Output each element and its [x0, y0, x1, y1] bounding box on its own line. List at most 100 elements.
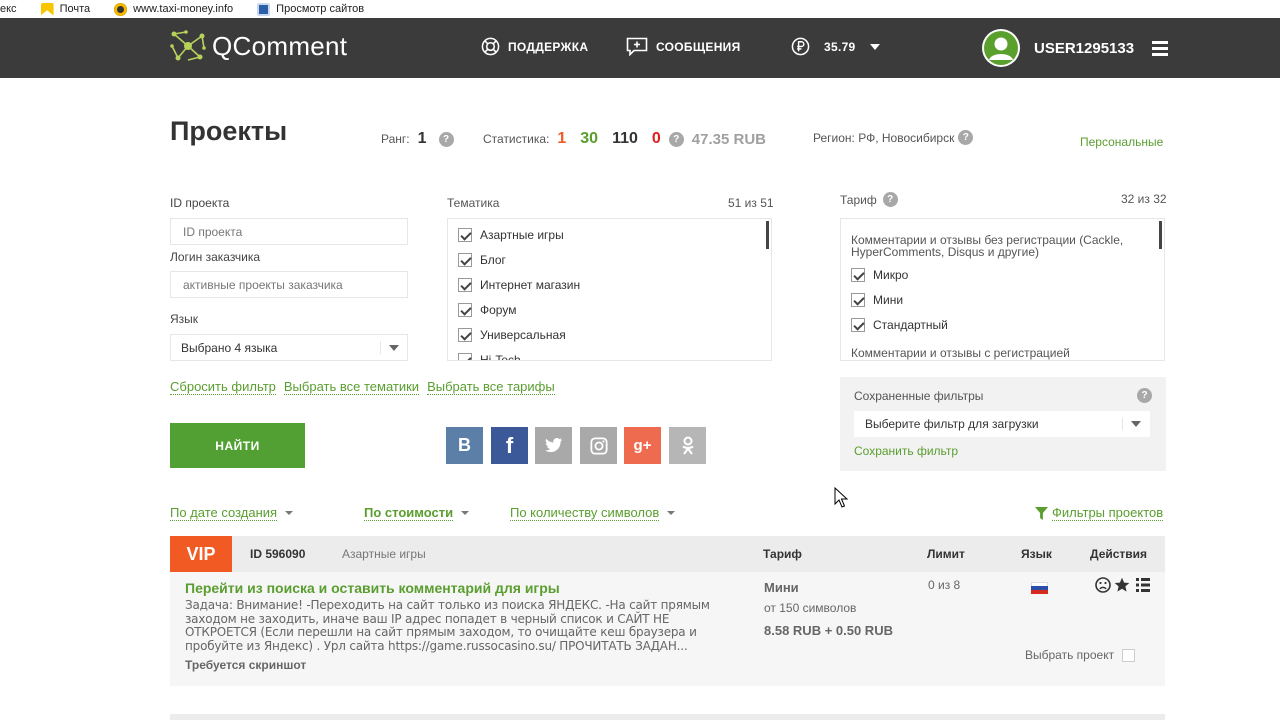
region-label: Регион: РФ, Новосибирск [813, 130, 955, 145]
instagram-icon [589, 436, 608, 455]
facebook-icon: f [505, 432, 514, 458]
next-card-edge [170, 714, 1165, 720]
sort-by-chars-link[interactable]: По количеству символов [510, 505, 660, 521]
facebook-share-button[interactable]: f [491, 427, 528, 464]
bookmark-mail[interactable]: Почта [40, 2, 90, 16]
project-filters-toggle[interactable]: Фильтры проектов [1035, 505, 1164, 521]
help-icon[interactable]: ? [668, 131, 684, 147]
saved-filter-select-value: Выберите фильтр для загрузки [865, 417, 1039, 431]
project-filters-link[interactable]: Фильтры проектов [1052, 505, 1164, 521]
tariff-option[interactable]: Мини [851, 287, 1154, 312]
bookmark-label: www.taxi-money.info [133, 3, 234, 15]
project-id-label: ID проекта [170, 196, 230, 210]
select-project[interactable]: Выбрать проект [1025, 648, 1136, 662]
sad-face-icon[interactable] [1095, 577, 1111, 593]
topic-option[interactable]: Интернет магазин [458, 272, 771, 297]
checkbox[interactable] [458, 327, 472, 342]
balance-value: 35.79 [824, 39, 856, 54]
sort-by-price-link[interactable]: По стоимости [364, 505, 454, 521]
google-plus-share-button[interactable]: g+ [624, 427, 661, 464]
personal-link[interactable]: Персональные [1080, 135, 1163, 149]
username: USER1295133 [1034, 39, 1135, 57]
help-icon[interactable]: ? [1137, 388, 1152, 403]
sort-by-date[interactable]: По дате создания [170, 505, 294, 521]
nav-messages[interactable]: СООБЩЕНИЯ [626, 37, 741, 56]
customer-login-input[interactable]: активные проекты заказчика [170, 271, 408, 298]
checkbox[interactable] [458, 277, 472, 292]
help-icon[interactable]: ? [958, 130, 974, 145]
star-icon[interactable] [1114, 577, 1130, 593]
stats-amount: 47.35 RUB [691, 130, 766, 148]
lifebuoy-icon [481, 37, 500, 56]
odnoklassniki-share-button[interactable] [669, 427, 706, 464]
find-button[interactable]: НАЙТИ [170, 423, 305, 468]
balance-dropdown[interactable]: 35.79 [791, 37, 880, 56]
topic-option[interactable]: Азартные игры [458, 222, 771, 247]
topic-option[interactable]: Hi-Tech [458, 347, 771, 360]
sort-by-date-link[interactable]: По дате создания [170, 505, 278, 521]
topic-option[interactable]: Блог [458, 247, 771, 272]
chevron-down-icon [389, 344, 399, 351]
twitter-icon [544, 438, 562, 453]
bookmark-label: Просмотр сайтов [276, 3, 365, 15]
project-title-link[interactable]: Перейти из поиска и оставить комментарий… [185, 580, 560, 596]
vk-share-button[interactable]: B [446, 427, 483, 464]
help-icon[interactable]: ? [882, 192, 898, 207]
select-all-topics-link[interactable]: Выбрать все тематики [283, 379, 420, 395]
bookmark-site-viewer[interactable]: Просмотр сайтов [257, 2, 365, 16]
sort-by-chars[interactable]: По количеству символов [510, 505, 676, 521]
column-limit: Лимит [927, 547, 965, 561]
sort-by-price[interactable]: По стоимости [364, 505, 470, 521]
hamburger-menu-icon[interactable] [1152, 40, 1169, 56]
funnel-icon [1035, 506, 1048, 520]
language-select[interactable]: Выбрано 4 языка [170, 334, 408, 361]
select-project-checkbox[interactable] [1122, 648, 1136, 662]
bookmark-yandex[interactable]: екс [0, 3, 17, 15]
saved-filter-select[interactable]: Выберите фильтр для загрузки [854, 411, 1150, 437]
rank-value: 1 [417, 130, 427, 147]
language-label: Язык [170, 312, 199, 326]
checkbox[interactable] [458, 302, 472, 317]
stat-value: 0 [651, 130, 661, 147]
list-icon[interactable] [1136, 578, 1150, 592]
saved-filters-panel: Сохраненные фильтры ? Выберите фильтр дл… [840, 377, 1166, 471]
project-card: Перейти из поиска и оставить комментарий… [170, 572, 1165, 686]
checkbox[interactable] [851, 292, 865, 307]
topic-option[interactable]: Универсальная [458, 322, 771, 347]
topic-option[interactable]: Форум [458, 297, 771, 322]
logo[interactable]: QComment [170, 30, 347, 62]
project-description: Задача: Внимание! -Переходить на сайт то… [185, 598, 710, 653]
nav-support[interactable]: ПОДДЕРЖКА [481, 37, 588, 56]
save-filter-link[interactable]: Сохранить фильтр [854, 444, 958, 458]
bookmark-taxi-money[interactable]: www.taxi-money.info [114, 2, 234, 16]
scrollbar[interactable] [766, 221, 769, 249]
help-icon[interactable]: ? [438, 131, 454, 147]
checkbox[interactable] [458, 352, 472, 360]
reset-filter-link[interactable]: Сбросить фильтр [170, 379, 276, 395]
stats-label: Статистика: [483, 132, 550, 146]
tariff-group-title: Комментарии и отзывы с регистрацией [851, 346, 1070, 360]
tariff-option[interactable]: Микро [851, 262, 1154, 287]
logo-network-icon [170, 30, 206, 61]
checkbox[interactable] [458, 252, 472, 267]
topic-label: Тематика [447, 196, 500, 210]
topic-checklist[interactable]: Азартные игры Блог Интернет магазин Фору… [447, 218, 772, 361]
select-all-tariffs-link[interactable]: Выбрать все тарифы [427, 379, 555, 395]
rank-label: Ранг: [381, 132, 410, 146]
instagram-share-button[interactable] [580, 427, 617, 464]
tariff-option[interactable]: Стандартный [851, 312, 1154, 337]
checkbox[interactable] [458, 227, 472, 242]
select-project-label: Выбрать проект [1025, 648, 1115, 662]
scrollbar[interactable] [1159, 221, 1162, 249]
checkbox[interactable] [851, 267, 865, 282]
stat-value: 30 [580, 130, 599, 147]
page-title: Проекты [170, 116, 288, 146]
user-menu[interactable]: USER1295133 [982, 29, 1169, 67]
twitter-share-button[interactable] [535, 427, 572, 464]
project-id-input[interactable]: ID проекта [170, 218, 408, 245]
mouse-cursor-icon [834, 487, 848, 508]
tariff-checklist[interactable]: Комментарии и отзывы без регистрации (Ca… [840, 218, 1165, 361]
google-plus-icon: g+ [633, 437, 652, 454]
checkbox[interactable] [851, 317, 865, 332]
tariff-group-title: Комментарии и отзывы без регистрации (Ca… [851, 233, 1124, 259]
